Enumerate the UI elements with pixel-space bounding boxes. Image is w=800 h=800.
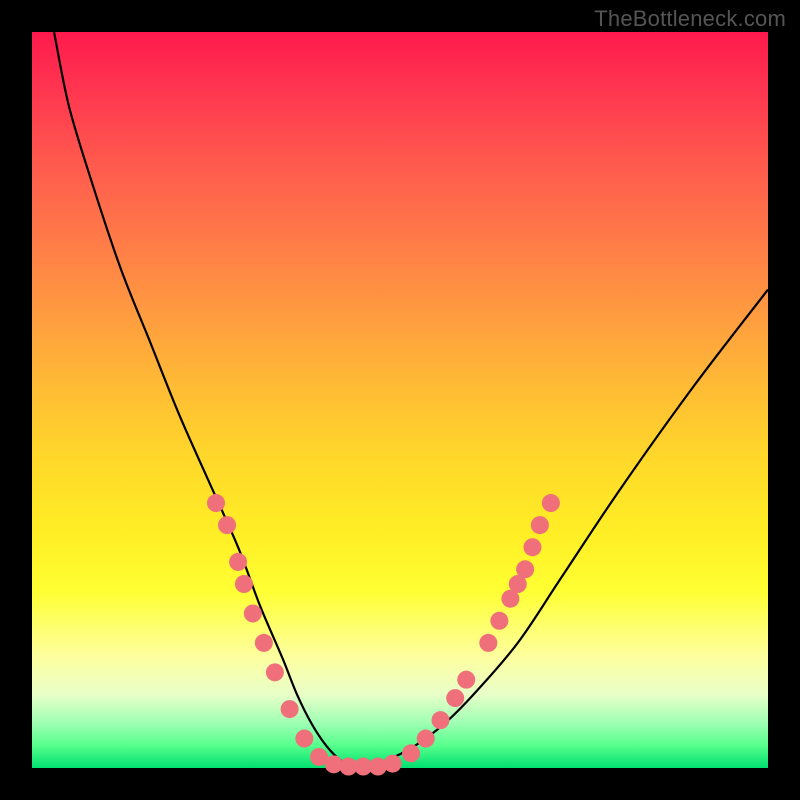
marker-dot <box>266 663 284 681</box>
marker-dot <box>431 711 449 729</box>
chart-overlay <box>32 32 768 768</box>
marker-dot <box>207 494 225 512</box>
marker-dot <box>531 516 549 534</box>
marker-dot <box>490 612 508 630</box>
marker-dot <box>457 671 475 689</box>
marker-dot <box>384 755 402 773</box>
marker-dot <box>446 689 464 707</box>
marker-dot <box>229 553 247 571</box>
marker-dot <box>281 700 299 718</box>
marker-dot <box>255 634 273 652</box>
marker-dot <box>417 730 435 748</box>
curve-left <box>54 32 356 768</box>
marker-group <box>207 494 560 775</box>
marker-dot <box>402 744 420 762</box>
chart-frame: TheBottleneck.com <box>0 0 800 800</box>
marker-dot <box>542 494 560 512</box>
marker-dot <box>516 560 534 578</box>
marker-dot <box>479 634 497 652</box>
marker-dot <box>218 516 236 534</box>
marker-dot <box>235 575 253 593</box>
watermark-text: TheBottleneck.com <box>594 6 786 32</box>
marker-dot <box>295 730 313 748</box>
curve-right <box>356 290 768 768</box>
marker-dot <box>244 604 262 622</box>
marker-dot <box>523 538 541 556</box>
